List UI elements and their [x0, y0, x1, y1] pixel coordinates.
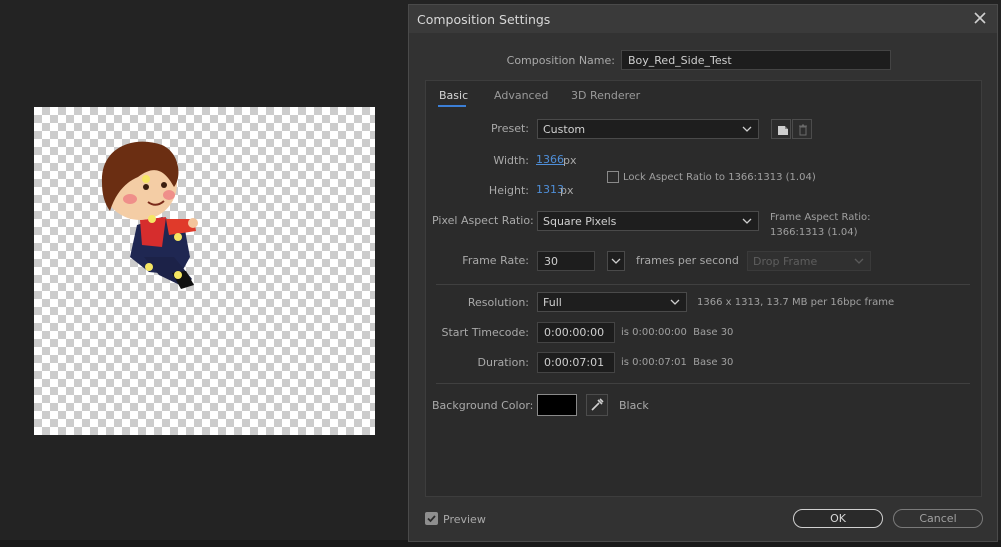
preview-label: Preview [443, 513, 486, 526]
save-preset-button[interactable] [771, 119, 791, 139]
drop-frame-dropdown: Drop Frame [747, 251, 871, 271]
frame-aspect-ratio-value: 1366:1313 (1.04) [770, 227, 858, 238]
frame-rate-dropdown[interactable] [607, 251, 625, 271]
resolution-value: Full [543, 296, 562, 309]
preset-value: Custom [543, 123, 586, 136]
composition-name-input[interactable]: Boy_Red_Side_Test [621, 50, 891, 70]
dialog-title: Composition Settings [417, 12, 551, 27]
background-color-swatch[interactable] [537, 394, 577, 416]
duration-info: is 0:00:07:01 Base 30 [621, 357, 734, 368]
close-icon[interactable] [971, 9, 989, 27]
trash-icon [799, 124, 807, 136]
preset-label: Preset: [490, 122, 529, 135]
lock-aspect-ratio-label: Lock Aspect Ratio to 1366:1313 (1.04) [623, 172, 816, 183]
frame-rate-input[interactable]: 30 [537, 251, 595, 271]
height-label: Height: [488, 184, 529, 197]
section-divider [436, 284, 970, 285]
start-timecode-input[interactable]: 0:00:00:00 [537, 322, 615, 343]
eyedropper-button[interactable] [586, 394, 608, 416]
settings-panel: Basic Advanced 3D Renderer Preset: Custo… [425, 80, 982, 497]
composition-settings-dialog: Composition Settings Composition Name: B… [408, 4, 998, 542]
background-color-name: Black [619, 399, 649, 412]
checkmark-icon [427, 515, 436, 523]
pixel-aspect-ratio-label: Pixel Aspect Ratio: [432, 214, 534, 227]
duration-input[interactable]: 0:00:07:01 [537, 352, 615, 373]
background-color-label: Background Color: [432, 399, 534, 412]
resolution-label: Resolution: [467, 296, 529, 309]
eyedropper-icon [591, 398, 604, 411]
duration-label: Duration: [477, 356, 529, 369]
active-tab-indicator [438, 105, 466, 107]
chevron-down-icon [611, 258, 621, 264]
tab-basic[interactable]: Basic [439, 89, 468, 102]
tab-3d-renderer[interactable]: 3D Renderer [571, 89, 640, 102]
composition-canvas[interactable] [34, 107, 375, 435]
lock-aspect-ratio-checkbox[interactable] [607, 171, 619, 183]
width-label: Width: [493, 154, 529, 167]
resolution-dropdown[interactable]: Full [537, 292, 687, 312]
preview-checkbox[interactable] [425, 512, 438, 525]
pixel-aspect-ratio-dropdown[interactable]: Square Pixels [537, 211, 759, 231]
section-divider [436, 383, 970, 384]
ok-button[interactable]: OK [793, 509, 883, 528]
preset-dropdown[interactable]: Custom [537, 119, 759, 139]
save-preset-icon [778, 126, 788, 135]
chevron-down-icon [854, 258, 864, 264]
pixel-aspect-ratio-value: Square Pixels [543, 215, 617, 228]
width-unit: px [563, 154, 577, 167]
delete-preset-button[interactable] [792, 119, 812, 139]
drop-frame-value: Drop Frame [753, 255, 818, 268]
tab-advanced[interactable]: Advanced [494, 89, 548, 102]
resolution-info: 1366 x 1313, 13.7 MB per 16bpc frame [697, 297, 895, 308]
chevron-down-icon [670, 299, 680, 305]
frame-rate-label: Frame Rate: [462, 254, 529, 267]
start-timecode-info: is 0:00:00:00 Base 30 [621, 327, 734, 338]
dialog-titlebar: Composition Settings [409, 5, 997, 33]
composition-name-label: Composition Name: [506, 54, 615, 67]
chevron-down-icon [742, 218, 752, 224]
start-timecode-label: Start Timecode: [441, 326, 529, 339]
height-unit: px [560, 184, 574, 197]
frame-aspect-ratio-label: Frame Aspect Ratio: [770, 212, 871, 223]
character-illustration [101, 141, 198, 289]
width-value[interactable]: 1366 [536, 153, 564, 166]
chevron-down-icon [742, 126, 752, 132]
frame-rate-unit: frames per second [636, 254, 739, 267]
cancel-button[interactable]: Cancel [893, 509, 983, 528]
